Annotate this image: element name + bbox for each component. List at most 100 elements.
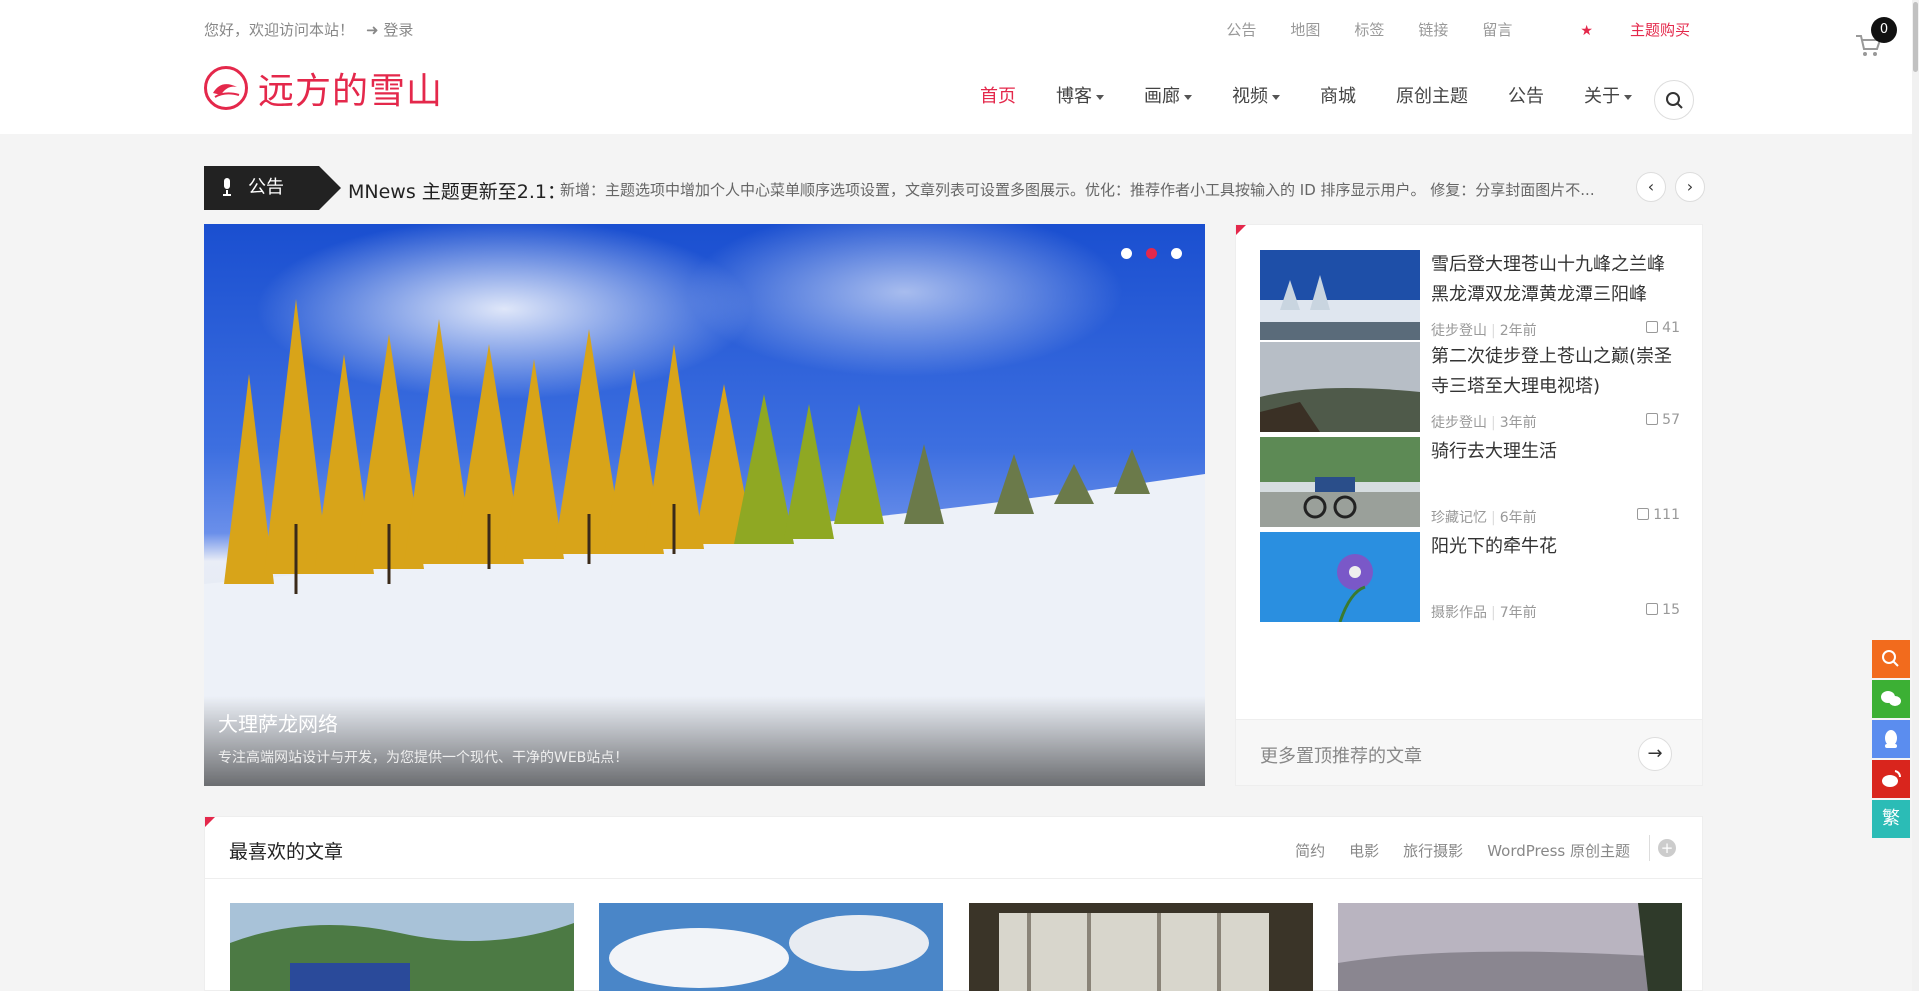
nav-item-gallery[interactable]: 画廊 xyxy=(1144,82,1192,108)
post-title[interactable]: 阳光下的牵牛花 xyxy=(1431,532,1681,562)
nav-label: 画廊 xyxy=(1144,86,1180,107)
search-icon xyxy=(1882,650,1899,667)
post-category[interactable]: 摄影作品 xyxy=(1431,605,1487,621)
like-count-value: 41 xyxy=(1662,320,1680,336)
more-sticky-label: 更多置顶推荐的文章 xyxy=(1260,746,1422,767)
post-thumbnail xyxy=(1260,342,1420,432)
post-thumbnail xyxy=(1260,532,1420,622)
hero-title[interactable]: 大理萨龙网络 xyxy=(218,708,338,737)
arrow-right-icon[interactable]: → xyxy=(1638,737,1672,771)
float-wechat-button[interactable] xyxy=(1872,680,1910,718)
top-link-tags[interactable]: 标签 xyxy=(1354,19,1384,40)
like-count[interactable]: 57 xyxy=(1646,412,1680,428)
nav-label: 商城 xyxy=(1320,86,1356,107)
scrollbar[interactable] xyxy=(1912,0,1919,991)
nav-item-notice[interactable]: 公告 xyxy=(1508,82,1544,108)
slider-dot[interactable] xyxy=(1171,248,1182,259)
nav-item-themes[interactable]: 原创主题 xyxy=(1396,82,1468,108)
article-thumbnail[interactable] xyxy=(230,903,574,991)
wechat-icon xyxy=(1881,691,1901,706)
post-time: 6年前 xyxy=(1499,510,1537,526)
top-link-notice[interactable]: 公告 xyxy=(1226,19,1256,40)
cart-count-badge: 0 xyxy=(1871,17,1897,43)
more-sticky-bar[interactable]: 更多置顶推荐的文章 → xyxy=(1236,719,1702,785)
search-button[interactable] xyxy=(1654,80,1694,120)
top-link-links[interactable]: 链接 xyxy=(1418,19,1448,40)
favorites-tabs: 简约 电影 旅行摄影 WordPress 原创主题 xyxy=(1271,840,1630,861)
nav-label: 首页 xyxy=(980,86,1016,107)
notice-next-button[interactable]: › xyxy=(1675,172,1705,202)
post-time: 3年前 xyxy=(1499,415,1537,431)
chevron-down-icon xyxy=(1624,94,1632,100)
nav-label: 原创主题 xyxy=(1396,86,1468,107)
notice-tag: 公告 xyxy=(204,166,341,210)
float-search-button[interactable] xyxy=(1872,640,1910,678)
post-category[interactable]: 徒步登山 xyxy=(1431,323,1487,339)
slider-dot-active[interactable] xyxy=(1146,248,1157,259)
top-bar: 您好，欢迎访问本站！ ➜ 登录 公告 地图 标签 链接 留言 ★ 主题购买 xyxy=(0,0,1919,55)
like-count[interactable]: 15 xyxy=(1646,602,1680,618)
notice-prev-button[interactable]: ‹ xyxy=(1636,172,1666,202)
top-links: 公告 地图 标签 链接 留言 ★ 主题购买 xyxy=(1192,19,1690,40)
welcome-text: 您好，欢迎访问本站！ xyxy=(204,21,355,39)
nav-label: 视频 xyxy=(1232,86,1268,107)
divider: | xyxy=(1491,415,1496,431)
thumbs-up-icon xyxy=(1646,321,1659,333)
post-category[interactable]: 珍藏记忆 xyxy=(1431,510,1487,526)
nav-item-video[interactable]: 视频 xyxy=(1232,82,1280,108)
nav-label: 关于 xyxy=(1584,86,1620,107)
tab-wordpress-themes[interactable]: WordPress 原创主题 xyxy=(1487,840,1630,861)
notice-text[interactable]: 新增：主题选项中增加个人中心菜单顺序选项设置，文章列表可设置多图展示。优化：推荐… xyxy=(560,179,1595,200)
article-thumbnail[interactable] xyxy=(969,903,1313,991)
article-thumbnail[interactable] xyxy=(599,903,943,991)
post-title[interactable]: 骑行去大理生活 xyxy=(1431,437,1681,467)
like-count[interactable]: 41 xyxy=(1646,320,1680,336)
hero-slider[interactable]: 大理萨龙网络 专注高端网站设计与开发，为您提供一个现代、干净的WEB站点！ xyxy=(204,224,1205,786)
top-link-guestbook[interactable]: 留言 xyxy=(1482,19,1512,40)
hero-caption-overlay xyxy=(204,696,1205,786)
tab-minimal[interactable]: 简约 xyxy=(1295,840,1325,861)
post-meta: 徒步登山 | 2年前 xyxy=(1431,320,1537,340)
microphone-icon xyxy=(223,178,231,196)
float-qq-button[interactable] xyxy=(1872,720,1910,758)
notice-title[interactable]: MNews 主题更新至2.1： xyxy=(348,177,566,204)
divider xyxy=(1649,835,1650,861)
slider-dot[interactable] xyxy=(1121,248,1132,259)
chevron-down-icon xyxy=(1272,94,1280,100)
post-title[interactable]: 雪后登大理苍山十九峰之兰峰黑龙潭双龙潭黄龙潭三阳峰 xyxy=(1431,250,1681,310)
float-traditional-chinese-button[interactable]: 繁 xyxy=(1872,800,1910,838)
top-link-map[interactable]: 地图 xyxy=(1290,19,1320,40)
chevron-right-icon: › xyxy=(1686,177,1694,196)
tab-travel-photography[interactable]: 旅行摄影 xyxy=(1403,840,1463,861)
site-logo[interactable]: 远方的雪山 xyxy=(204,64,443,112)
star-icon: ★ xyxy=(1580,23,1593,39)
nav-item-shop[interactable]: 商城 xyxy=(1320,82,1356,108)
list-item[interactable]: 雪后登大理苍山十九峰之兰峰黑龙潭双龙潭黄龙潭三阳峰 徒步登山 | 2年前 41 xyxy=(1260,250,1680,340)
nav-item-home[interactable]: 首页 xyxy=(980,82,1016,108)
float-weibo-button[interactable] xyxy=(1872,760,1910,798)
plus-icon[interactable]: + xyxy=(1658,839,1676,857)
like-count[interactable]: 111 xyxy=(1637,507,1680,523)
thumbs-up-icon xyxy=(1637,508,1650,520)
traditional-chinese-icon: 繁 xyxy=(1882,808,1900,829)
scrollbar-thumb[interactable] xyxy=(1913,2,1918,72)
qq-icon xyxy=(1885,730,1897,748)
buy-theme-link[interactable]: ★ 主题购买 xyxy=(1546,19,1690,40)
nav-item-about[interactable]: 关于 xyxy=(1584,82,1632,108)
post-category[interactable]: 徒步登山 xyxy=(1431,415,1487,431)
list-item[interactable]: 骑行去大理生活 珍藏记忆 | 6年前 111 xyxy=(1260,437,1680,527)
chevron-down-icon xyxy=(1184,94,1192,100)
list-item[interactable]: 第二次徒步登上苍山之巅(崇圣寺三塔至大理电视塔) 徒步登山 | 3年前 57 xyxy=(1260,342,1680,432)
slider-dots xyxy=(1121,248,1182,259)
tab-movies[interactable]: 电影 xyxy=(1349,840,1379,861)
login-link[interactable]: ➜ 登录 xyxy=(366,19,413,40)
post-title[interactable]: 第二次徒步登上苍山之巅(崇圣寺三塔至大理电视塔) xyxy=(1431,342,1681,402)
buy-theme-label: 主题购买 xyxy=(1629,21,1690,39)
nav-label: 公告 xyxy=(1508,86,1544,107)
list-item[interactable]: 阳光下的牵牛花 摄影作品 | 7年前 15 xyxy=(1260,532,1680,622)
site-header: 您好，欢迎访问本站！ ➜ 登录 公告 地图 标签 链接 留言 ★ 主题购买 0 远… xyxy=(0,0,1919,134)
nav-item-blog[interactable]: 博客 xyxy=(1056,82,1104,108)
divider: | xyxy=(1491,605,1496,621)
article-thumbnail[interactable] xyxy=(1338,903,1682,991)
favorites-section: 最喜欢的文章 简约 电影 旅行摄影 WordPress 原创主题 + xyxy=(204,816,1703,991)
